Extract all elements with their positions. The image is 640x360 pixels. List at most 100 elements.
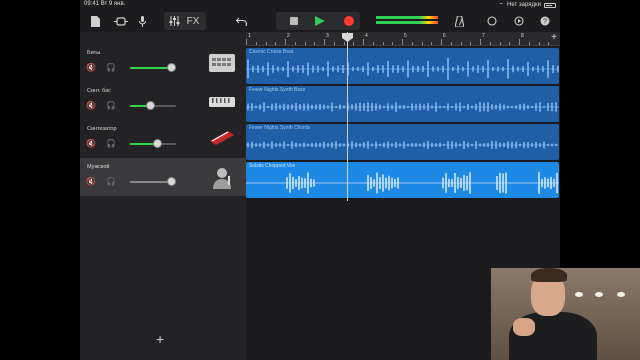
volume-knob[interactable] (166, 63, 176, 72)
presenter-hair (531, 268, 567, 282)
keyboard-icon[interactable] (208, 127, 236, 151)
track-header-bass[interactable]: Синт. бас 🔇 🎧 (80, 82, 246, 120)
solo-headphones-icon[interactable]: 🎧 (106, 101, 116, 111)
ruler-tick (431, 42, 433, 45)
browser-icon[interactable] (112, 13, 130, 29)
help-icon[interactable]: ? (538, 13, 552, 29)
metronome-icon[interactable] (452, 13, 466, 29)
solo-headphones-icon[interactable]: 🎧 (106, 139, 116, 149)
live-loops-icon[interactable] (512, 13, 526, 29)
bar-number: 1 (248, 33, 251, 39)
status-bar: 09:41 Вт 9 янв. ⌔ Нет зарядки (80, 0, 560, 10)
solo-headphones-icon[interactable]: 🎧 (106, 63, 116, 73)
bar-number: 3 (326, 33, 329, 39)
add-track-button[interactable]: + (156, 331, 164, 347)
ruler-tick (509, 42, 511, 45)
playhead-line (347, 32, 348, 201)
undo-icon[interactable] (234, 13, 248, 29)
play-button[interactable] (315, 16, 325, 26)
track-header-vocal[interactable]: Мужской 🔇 🎧 (80, 158, 246, 196)
ruler-tick (421, 42, 423, 45)
ceiling-light (575, 292, 583, 297)
master-level-meter-right (376, 21, 438, 24)
garageband-window: 09:41 Вт 9 янв. ⌔ Нет зарядки FX ? Биты … (80, 0, 560, 360)
region-title: Fewer Nights Synth Chords (249, 125, 311, 131)
region-title: Fewer Nights Synth Bass (249, 87, 306, 93)
bar-number: 5 (404, 33, 407, 39)
add-section-button[interactable]: + (551, 32, 557, 43)
region-synth[interactable]: Fewer Nights Synth Chords (246, 124, 559, 160)
ruler-tick (372, 42, 374, 45)
ruler-tick (285, 39, 286, 45)
ruler-tick (343, 42, 345, 45)
ruler-tick (402, 39, 403, 45)
volume-fill (130, 67, 172, 69)
region-title: Cosmic Cruise Beat (249, 49, 294, 55)
solo-headphones-icon[interactable]: 🎧 (106, 177, 116, 187)
loop-browser-icon[interactable] (485, 13, 499, 29)
status-date: Вт 9 янв. (100, 1, 126, 7)
track-name: Биты (87, 50, 101, 56)
track-name: Мужской (87, 164, 110, 170)
volume-knob[interactable] (153, 139, 163, 148)
ruler-tick (528, 42, 530, 45)
ruler-tick (275, 42, 277, 45)
status-right: ⌔ Нет зарядки (498, 1, 556, 9)
bar-number: 6 (443, 33, 446, 39)
status-time: 09:41 (84, 1, 100, 7)
ruler-tick (450, 42, 452, 45)
ruler-tick (363, 39, 364, 45)
ruler-tick (548, 42, 550, 45)
master-level-meter-left (376, 16, 438, 19)
svg-text:?: ? (543, 19, 547, 26)
volume-knob[interactable] (166, 177, 176, 186)
ruler-tick (489, 42, 491, 45)
letterbox-left (0, 0, 80, 360)
region-waveform (246, 141, 559, 149)
webcam-overlay (491, 268, 640, 360)
track-name: Синт. бас (87, 88, 111, 94)
region-title: Solstis Chopped Vox (249, 163, 296, 169)
timeline-ruler[interactable]: 1 2 3 4 5 6 7 8 + (246, 32, 560, 46)
fx-button[interactable]: FX (184, 13, 202, 29)
region-bass[interactable]: Fewer Nights Synth Bass (246, 86, 559, 122)
region-vocal[interactable]: Solstis Chopped Vox (246, 162, 559, 198)
ruler-tick (519, 39, 520, 45)
region-waveform (246, 102, 559, 112)
stop-button[interactable] (290, 17, 298, 25)
my-songs-icon[interactable] (88, 13, 102, 29)
ruler-tick (499, 42, 501, 45)
track-headers: Биты 🔇 🎧 Синт. бас 🔇 🎧 Синтезатор 🔇 � (80, 32, 246, 360)
region-drums[interactable]: Cosmic Cruise Beat (246, 48, 559, 84)
ruler-tick (470, 42, 472, 45)
ruler-tick (265, 42, 267, 45)
mute-icon[interactable]: 🔇 (86, 139, 96, 149)
drum-machine-icon[interactable] (208, 51, 236, 75)
bass-synth-icon[interactable] (208, 89, 236, 113)
bar-number: 4 (365, 33, 368, 39)
presenter-hand (513, 318, 535, 336)
microphone-icon[interactable] (136, 13, 148, 29)
singer-microphone-icon[interactable] (208, 165, 236, 189)
record-button[interactable] (344, 16, 354, 26)
ruler-tick (460, 42, 462, 45)
mixer-sliders-icon[interactable] (167, 13, 181, 29)
bar-number: 2 (287, 33, 290, 39)
mute-icon[interactable]: 🔇 (86, 101, 96, 111)
ruler-tick (255, 42, 257, 45)
track-header-synth[interactable]: Синтезатор 🔇 🎧 (80, 120, 246, 158)
ceiling-light (617, 292, 625, 297)
mute-icon[interactable]: 🔇 (86, 177, 96, 187)
status-charging: Нет зарядки (507, 2, 541, 8)
ruler-tick (333, 42, 335, 45)
status-clock: 09:41 Вт 9 янв. (84, 1, 125, 7)
ruler-tick (392, 42, 394, 45)
mute-icon[interactable]: 🔇 (86, 63, 96, 73)
track-header-drums[interactable]: Биты 🔇 🎧 (80, 44, 246, 82)
ruler-tick (441, 39, 442, 45)
ruler-tick (294, 42, 296, 45)
region-waveform (246, 58, 559, 80)
bar-number: 7 (482, 33, 485, 39)
volume-knob[interactable] (146, 101, 156, 110)
ruler-tick (382, 42, 384, 45)
